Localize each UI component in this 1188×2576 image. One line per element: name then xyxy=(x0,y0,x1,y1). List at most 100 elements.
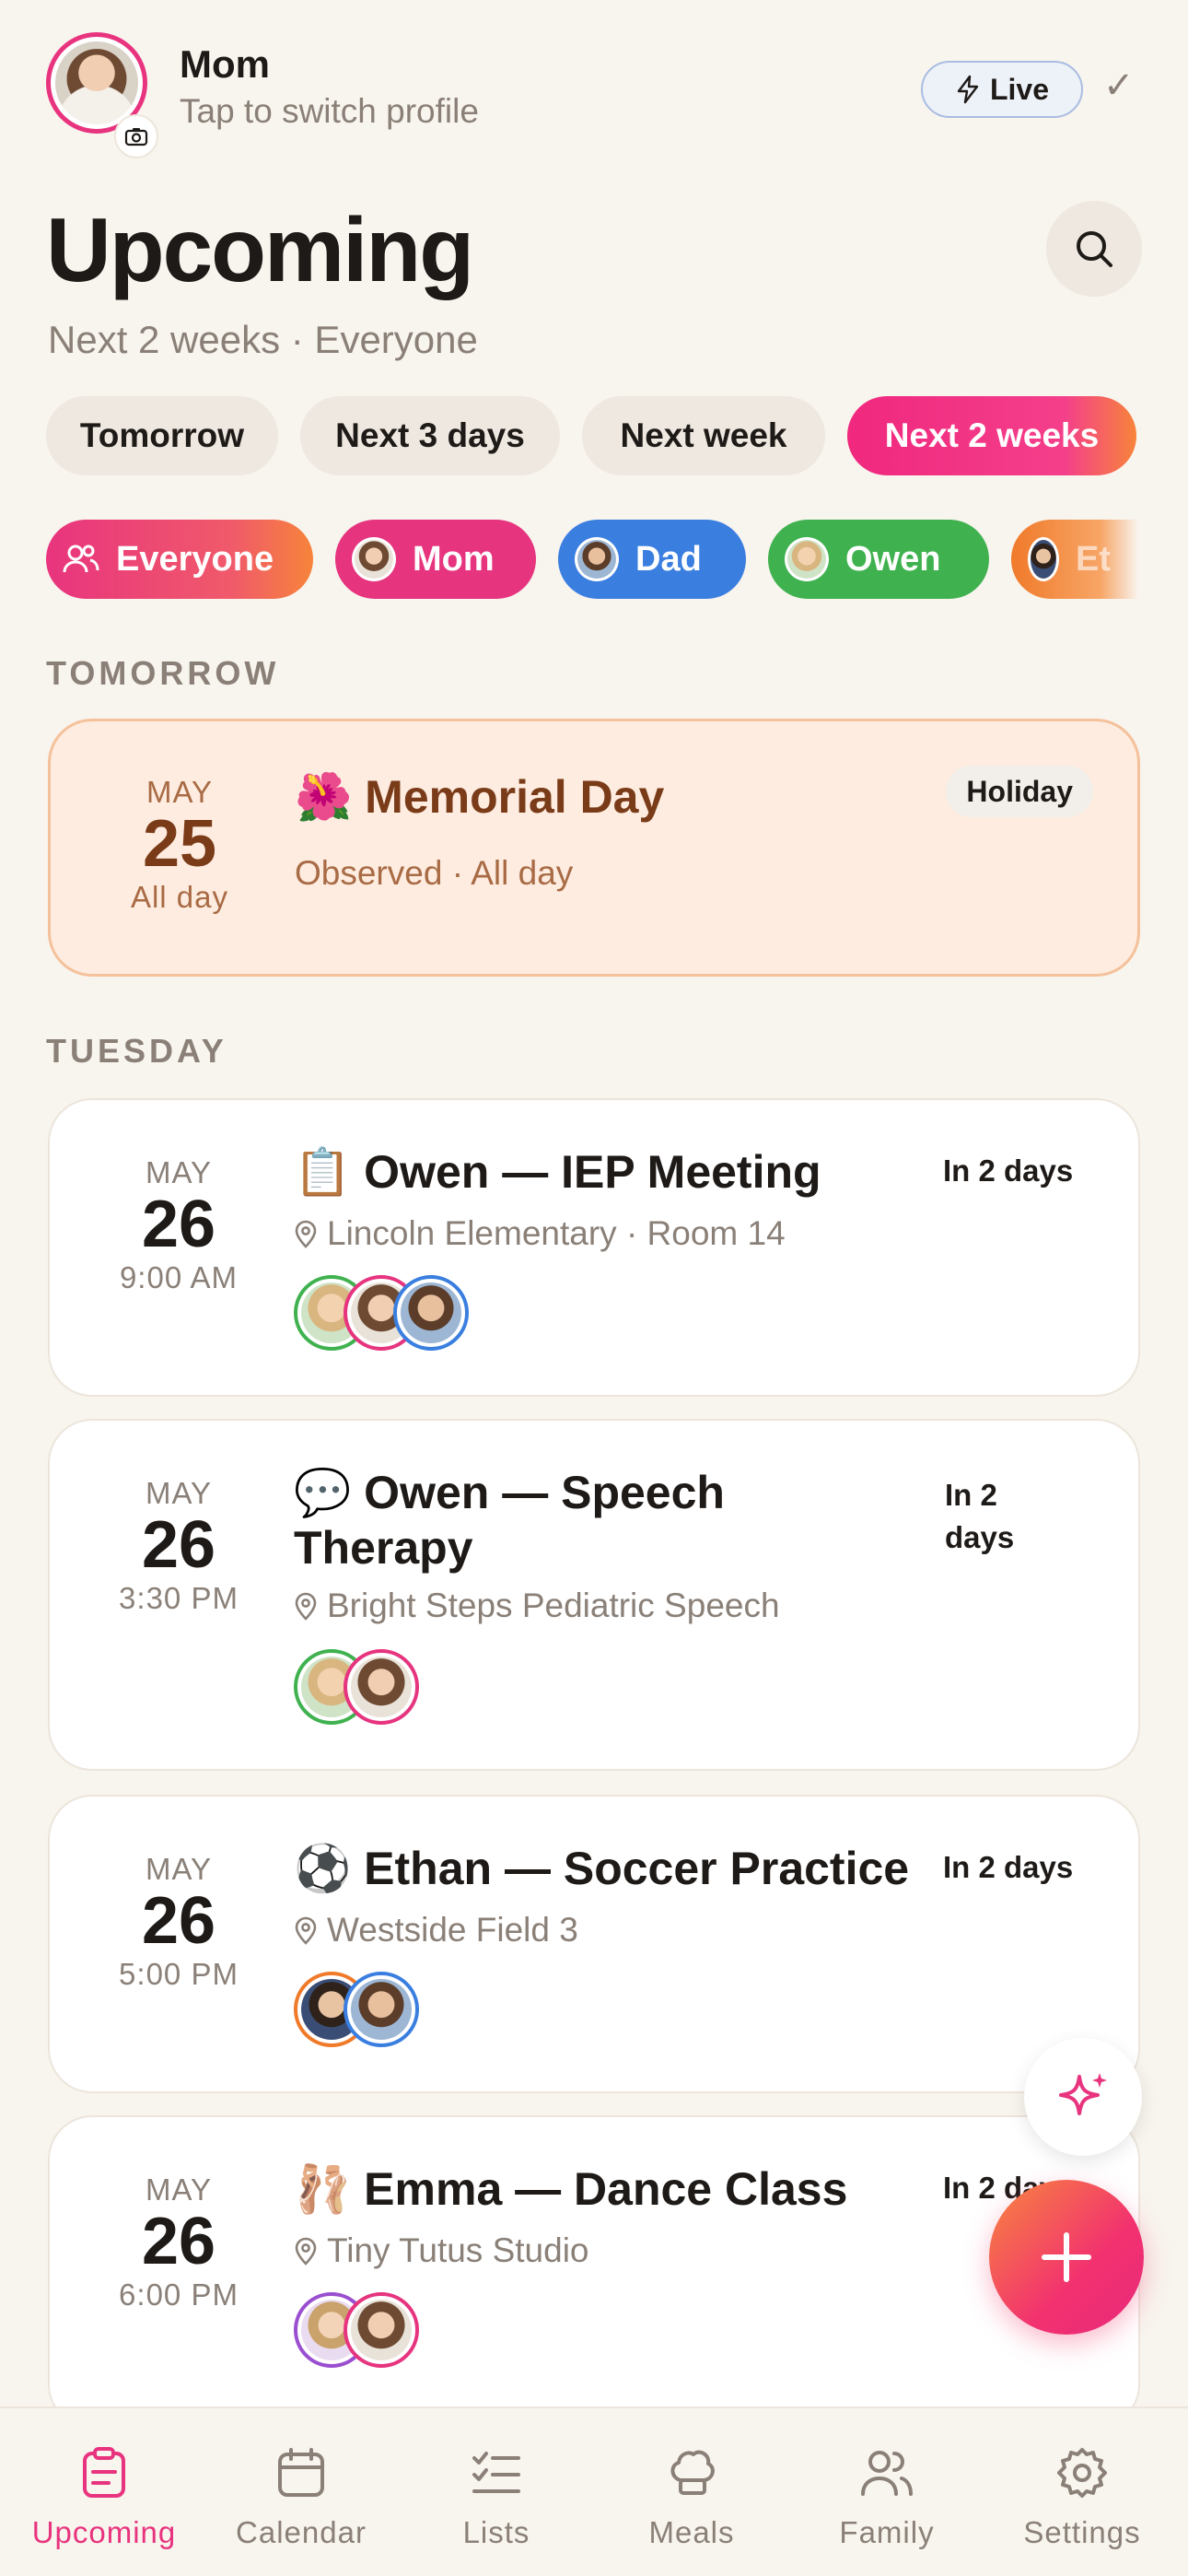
calendar-icon xyxy=(278,2448,324,2497)
location-pin-icon xyxy=(295,1220,317,1248)
avatar xyxy=(785,537,829,581)
person-chip-label: Everyone xyxy=(116,539,274,579)
tab-calendar[interactable]: Calendar xyxy=(204,2445,398,2550)
attendee-avatars xyxy=(294,1649,419,1725)
event-relative-time: In 2 days xyxy=(945,1478,1015,1555)
tab-label: Meals xyxy=(648,2515,735,2549)
page-subtitle: Next 2 weeks · Everyone xyxy=(48,318,478,361)
event-day: 26 xyxy=(141,1508,216,1582)
search-button[interactable] xyxy=(1046,201,1142,297)
event-title: 📋 Owen — IEP Meeting xyxy=(294,1144,920,1200)
avatar xyxy=(344,1649,419,1725)
tab-upcoming[interactable]: Upcoming xyxy=(7,2445,201,2550)
event-month: MAY xyxy=(146,775,214,809)
tab-label: Calendar xyxy=(236,2515,367,2549)
event-date: MAY 26 9:00 AM xyxy=(50,1155,308,1295)
event-emoji: 🌺 xyxy=(295,771,353,823)
event-date: MAY 26 3:30 PM xyxy=(50,1476,308,1616)
event-title-text: Owen — Speech Therapy xyxy=(294,1467,725,1574)
attendee-avatars xyxy=(294,1275,469,1351)
event-title-text: Emma — Dance Class xyxy=(364,2163,848,2215)
avatar xyxy=(352,537,396,581)
person-chip-mom[interactable]: Mom xyxy=(335,520,536,599)
event-title-text: Memorial Day xyxy=(365,771,665,823)
event-title-text: Ethan — Soccer Practice xyxy=(364,1843,910,1894)
profile-name[interactable]: Mom xyxy=(180,42,270,87)
event-time: 3:30 PM xyxy=(119,1580,239,1615)
event-location-text: Tiny Tutus Studio xyxy=(327,2231,589,2269)
event-time: 5:00 PM xyxy=(119,1956,239,1991)
event-location: Lincoln Elementary · Room 14 xyxy=(294,1214,786,1253)
avatar xyxy=(1028,537,1059,581)
event-month: MAY xyxy=(145,2172,213,2207)
event-title: 💬 Owen — Speech Therapy xyxy=(294,1465,809,1575)
plus-icon xyxy=(1042,2232,1091,2282)
range-chip-next-3-days[interactable]: Next 3 days xyxy=(300,396,560,475)
event-day: 26 xyxy=(141,2205,216,2278)
sparkle-icon xyxy=(1059,2073,1107,2115)
event-card[interactable]: MAY 26 6:00 PM 🩰 Emma — Dance Class Tiny… xyxy=(48,2115,1140,2429)
event-title: ⚽ Ethan — Soccer Practice xyxy=(294,1841,938,1896)
location-pin-icon xyxy=(295,2237,317,2266)
person-chip-dad[interactable]: Dad xyxy=(558,520,746,599)
avatar xyxy=(344,1972,419,2047)
switch-profile-hint[interactable]: Tap to switch profile xyxy=(180,92,479,131)
tab-family[interactable]: Family xyxy=(790,2445,984,2550)
person-chip-label: Dad xyxy=(635,539,702,579)
checklist-icon xyxy=(472,2452,520,2493)
live-status-button[interactable]: Live xyxy=(921,61,1083,118)
tab-meals[interactable]: Meals xyxy=(595,2445,788,2550)
person-chip-label: Mom xyxy=(413,539,495,579)
people-icon xyxy=(861,2451,913,2496)
lightning-icon xyxy=(957,75,979,104)
event-location: Tiny Tutus Studio xyxy=(294,2231,589,2270)
event-month: MAY xyxy=(145,1155,213,1189)
event-location: Bright Steps Pediatric Speech xyxy=(294,1587,780,1625)
location-pin-icon xyxy=(295,1916,317,1945)
tab-label: Lists xyxy=(462,2515,530,2549)
person-chip-label: Et xyxy=(1076,539,1111,579)
live-label: Live xyxy=(989,72,1050,106)
add-event-button[interactable] xyxy=(989,2180,1144,2335)
attendee-avatars xyxy=(294,1972,419,2047)
attendee-avatars xyxy=(294,2292,419,2368)
section-label-tomorrow: TOMORROW xyxy=(46,654,280,692)
range-chip-next-2-weeks[interactable]: Next 2 weeks xyxy=(847,396,1136,475)
event-card[interactable]: MAY 26 5:00 PM ⚽ Ethan — Soccer Practice… xyxy=(48,1795,1140,2093)
camera-icon[interactable] xyxy=(114,114,158,158)
tab-label: Upcoming xyxy=(31,2515,177,2549)
event-title-text: Owen — IEP Meeting xyxy=(364,1146,821,1198)
section-label-tuesday: TUESDAY xyxy=(46,1032,227,1070)
chef-hat-icon xyxy=(670,2450,715,2495)
range-chip-next-week[interactable]: Next week xyxy=(582,396,825,475)
person-chip-ethan[interactable]: Et xyxy=(1011,520,1138,599)
event-emoji: 🩰 xyxy=(294,2163,352,2215)
event-emoji: 💬 xyxy=(294,1467,352,1518)
person-chip-owen[interactable]: Owen xyxy=(768,520,989,599)
person-chip-everyone[interactable]: Everyone xyxy=(46,520,313,599)
check-icon[interactable]: ✓ xyxy=(1103,64,1135,107)
event-day: 25 xyxy=(142,807,217,881)
event-location-text: Lincoln Elementary · Room 14 xyxy=(327,1214,786,1252)
event-relative-time: In 2 days xyxy=(943,1850,1074,1884)
people-icon xyxy=(63,544,99,573)
ai-assistant-button[interactable] xyxy=(1024,2038,1142,2156)
clipboard-icon xyxy=(83,2447,125,2498)
avatar xyxy=(344,2292,419,2368)
tab-label: Settings xyxy=(1023,2515,1141,2549)
event-month: MAY xyxy=(145,1476,213,1510)
event-time: 6:00 PM xyxy=(119,2277,239,2312)
tab-bar: Upcoming Calendar Lists Meals Family Set… xyxy=(0,2406,1188,2576)
location-pin-icon xyxy=(295,1592,317,1621)
event-location: Westside Field 3 xyxy=(294,1911,578,1950)
range-chip-tomorrow[interactable]: Tomorrow xyxy=(46,396,278,475)
tab-label: Family xyxy=(839,2515,935,2549)
holiday-card[interactable]: MAY 25 All day 🌺 Memorial Day Observed ·… xyxy=(48,719,1140,977)
event-card[interactable]: MAY 26 3:30 PM 💬 Owen — Speech Therapy B… xyxy=(48,1419,1140,1771)
tab-lists[interactable]: Lists xyxy=(400,2445,593,2550)
event-detail: Observed · All day xyxy=(295,854,574,892)
page-title: Upcoming xyxy=(46,199,474,300)
tab-settings[interactable]: Settings xyxy=(985,2445,1179,2550)
person-chip-label: Owen xyxy=(845,539,941,579)
event-card[interactable]: MAY 26 9:00 AM 📋 Owen — IEP Meeting Linc… xyxy=(48,1098,1140,1397)
